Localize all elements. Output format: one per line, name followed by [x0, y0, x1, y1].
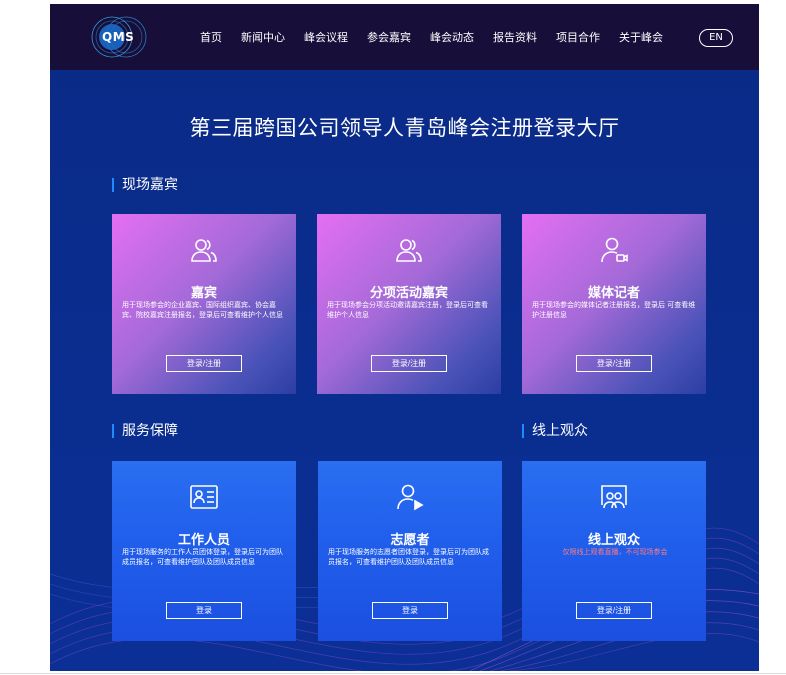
card-title: 媒体记者: [587, 286, 640, 301]
bottom-divider: [0, 673, 786, 674]
guest-login-register-button[interactable]: 登录/注册: [166, 355, 242, 372]
card-description: 用于现场参会的企业嘉宾、国际组织嘉宾、协会嘉宾、院校嘉宾注册报名，登录后可查看维…: [122, 301, 283, 319]
online-login-register-button[interactable]: 登录/注册: [576, 602, 652, 619]
section-title-online: 线上观众: [522, 424, 588, 438]
card-title: 线上观众: [587, 533, 640, 548]
user-group-icon: [396, 239, 422, 262]
nav-updates[interactable]: 峰会动态: [430, 29, 474, 45]
main-nav: 首页 新闻中心 峰会议程 参会嘉宾 峰会动态 报告资料 项目合作 关于峰会: [200, 4, 682, 70]
nav-agenda[interactable]: 峰会议程: [304, 29, 348, 45]
nav-news[interactable]: 新闻中心: [241, 29, 285, 45]
audience-screen-icon: [601, 485, 627, 509]
card-volunteer: 志愿者 用于现场服务的志愿者团体登录，登录后可为团队成员报名，可查看维护团队及团…: [318, 461, 502, 641]
card-description: 用于现场参会的媒体记者注册报名，登录后 可查看维护注册信息: [532, 301, 696, 319]
card-title: 嘉宾: [190, 286, 217, 301]
top-navbar: QMS 首页 新闻中心 峰会议程 参会嘉宾 峰会动态 报告资料 项目合作 关于峰…: [50, 4, 759, 70]
nav-guests[interactable]: 参会嘉宾: [367, 29, 411, 45]
nav-about[interactable]: 关于峰会: [619, 29, 663, 45]
language-toggle-button[interactable]: EN: [699, 29, 733, 47]
card-title: 志愿者: [390, 533, 430, 548]
card-description: 用于现场参会分项活动邀请嘉宾注册，登录后可查看维护个人信息: [327, 301, 488, 319]
section-title-onsite: 现场嘉宾: [112, 178, 178, 192]
nav-home[interactable]: 首页: [200, 29, 222, 45]
media-login-register-button[interactable]: 登录/注册: [576, 355, 652, 372]
nav-reports[interactable]: 报告资料: [493, 29, 537, 45]
group-users-icon: [191, 239, 217, 262]
card-online-audience: 线上观众 仅限线上观看直播，不可现场参会 登录/注册: [522, 461, 706, 641]
card-staff: 工作人员 用于现场服务的工作人员团体登录，登录后可为团队成员报名，可查看维护团队…: [112, 461, 296, 641]
page-title: 第三届跨国公司领导人青岛峰会注册登录大厅: [189, 116, 620, 140]
registration-page: QMS 首页 新闻中心 峰会议程 参会嘉宾 峰会动态 报告资料 项目合作 关于峰…: [50, 4, 759, 671]
user-camera-icon: [601, 237, 628, 263]
card-activity-guest: 分项活动嘉宾 用于现场参会分项活动邀请嘉宾注册，登录后可查看维护个人信息 登录/…: [317, 214, 501, 394]
section-title-service: 服务保障: [112, 424, 178, 438]
staff-login-button[interactable]: 登录: [166, 602, 242, 619]
card-guest: 嘉宾 用于现场参会的企业嘉宾、国际组织嘉宾、协会嘉宾、院校嘉宾注册报名，登录后可…: [112, 214, 296, 394]
logo-text: QMS: [102, 30, 135, 44]
nav-cooperation[interactable]: 项目合作: [556, 29, 600, 45]
card-media: 媒体记者 用于现场参会的媒体记者注册报名，登录后 可查看维护注册信息 登录/注册: [522, 214, 706, 394]
card-title: 分项活动嘉宾: [369, 286, 448, 301]
card-notice: 仅限线上观看直播，不可现场参会: [562, 548, 668, 556]
user-play-icon: [397, 484, 424, 511]
card-description: 用于现场服务的志愿者团体登录，登录后可为团队成员报名，可查看维护团队及团队成员信…: [328, 548, 489, 566]
id-card-icon: [190, 485, 218, 509]
volunteer-login-button[interactable]: 登录: [372, 602, 448, 619]
card-title: 工作人员: [177, 533, 230, 548]
card-description: 用于现场服务的工作人员团体登录，登录后可为团队成员报名，可查看维护团队及团队成员…: [122, 548, 283, 566]
activity-login-register-button[interactable]: 登录/注册: [371, 355, 447, 372]
